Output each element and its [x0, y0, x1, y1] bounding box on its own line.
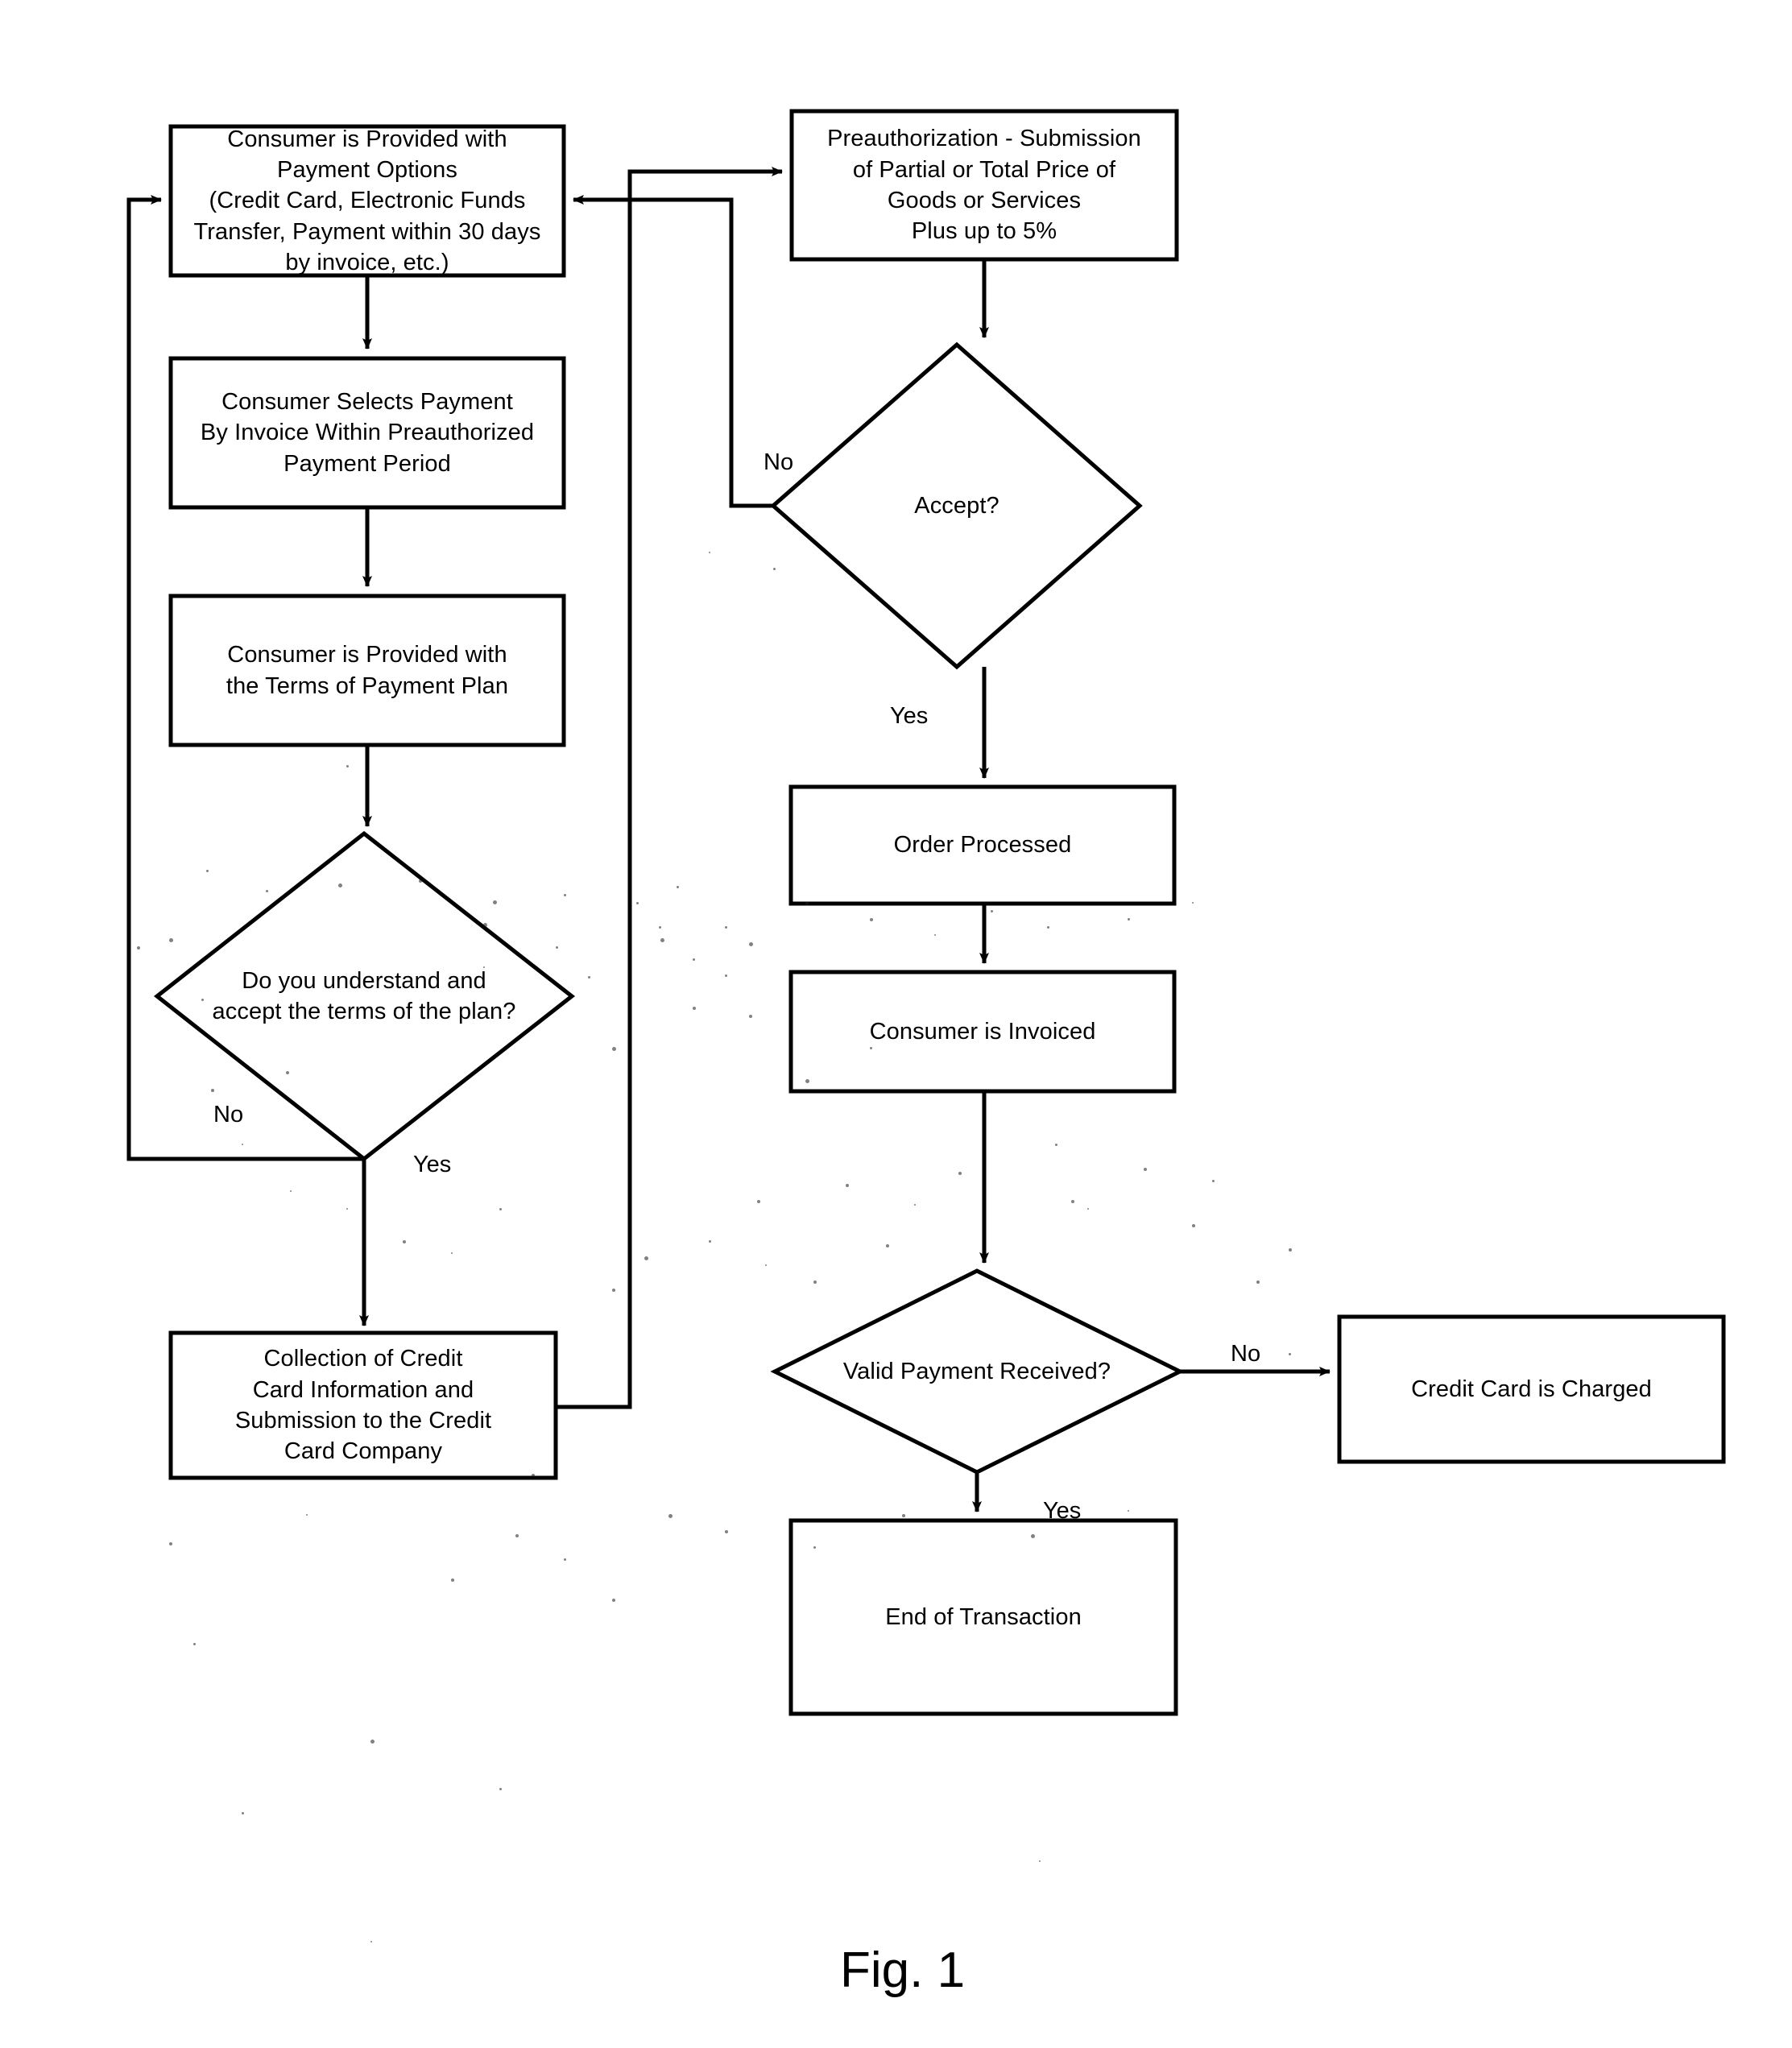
edge-label-terms-yes: Yes	[413, 1152, 451, 1178]
edge-decision-no-loop	[129, 200, 364, 1159]
node-order-processed	[791, 787, 1174, 904]
node-consumer-selects-payment	[171, 358, 564, 507]
edge-label-payment-no: No	[1231, 1341, 1260, 1367]
node-consumer-payment-options	[171, 126, 564, 275]
node-collection-of-credit-card	[171, 1333, 556, 1478]
node-credit-card-charged	[1339, 1317, 1724, 1462]
edge-label-terms-no: No	[213, 1102, 243, 1128]
edge-label-accept-yes: Yes	[890, 703, 928, 730]
node-valid-payment-received	[775, 1271, 1180, 1472]
node-end-of-transaction	[791, 1520, 1176, 1714]
node-terms-of-payment-plan	[171, 596, 564, 745]
edge-label-accept-no: No	[764, 449, 793, 476]
edge-accept-no-to-options	[573, 200, 773, 506]
node-preauthorization	[792, 111, 1177, 259]
edge-collection-to-preauth	[556, 172, 782, 1407]
edge-label-payment-yes: Yes	[1043, 1498, 1081, 1525]
figure-page: Consumer is Provided with Payment Option…	[0, 0, 1792, 2048]
node-consumer-invoiced	[791, 972, 1174, 1091]
flowchart-canvas	[0, 0, 1792, 2048]
figure-caption: Fig. 1	[840, 1942, 965, 1999]
node-accept	[773, 345, 1140, 667]
